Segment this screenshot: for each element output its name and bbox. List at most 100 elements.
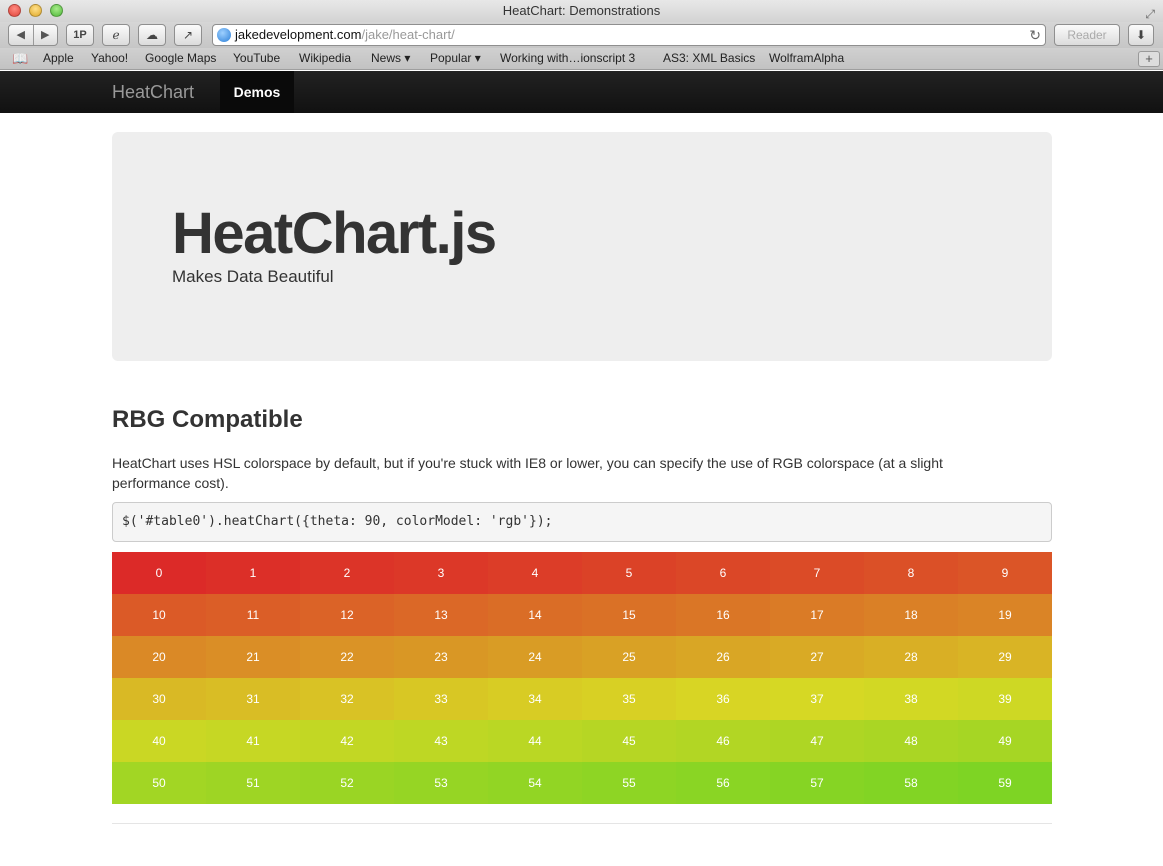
share-icon[interactable]: ↗ xyxy=(174,24,202,46)
heat-cell: 43 xyxy=(394,720,488,762)
heat-cell: 16 xyxy=(676,594,770,636)
browser-toolbar: ◀ ▶ 1P ℯ ☁ ↗ jakedevelopment.com/jake/he… xyxy=(0,22,1163,48)
bookmark-item[interactable]: Yahoo! xyxy=(91,48,128,69)
window-controls xyxy=(8,4,63,17)
heat-cell: 51 xyxy=(206,762,300,804)
heat-cell: 32 xyxy=(300,678,394,720)
heat-cell: 35 xyxy=(582,678,676,720)
heat-cell: 50 xyxy=(112,762,206,804)
heat-cell: 30 xyxy=(112,678,206,720)
heat-cell: 15 xyxy=(582,594,676,636)
heat-cell: 39 xyxy=(958,678,1052,720)
back-forward-buttons: ◀ ▶ xyxy=(8,24,58,46)
window-title: HeatChart: Demonstrations xyxy=(502,3,661,18)
heat-cell: 27 xyxy=(770,636,864,678)
back-arrow-icon[interactable]: ◀ xyxy=(9,25,34,45)
bookmark-item[interactable]: Apple xyxy=(43,48,74,69)
heat-cell: 41 xyxy=(206,720,300,762)
hero-unit: HeatChart.js Makes Data Beautiful xyxy=(112,132,1052,361)
heat-cell: 21 xyxy=(206,636,300,678)
section-description: HeatChart uses HSL colorspace by default… xyxy=(112,455,943,491)
heat-cell: 19 xyxy=(958,594,1052,636)
heat-cell: 49 xyxy=(958,720,1052,762)
add-bookmark-icon[interactable]: + xyxy=(1138,51,1160,67)
ie-tab-icon[interactable]: ℯ xyxy=(102,24,130,46)
heat-cell: 10 xyxy=(112,594,206,636)
bookmark-item[interactable]: WolframAlpha xyxy=(769,48,844,69)
heat-cell: 5 xyxy=(582,552,676,594)
heat-cell: 4 xyxy=(488,552,582,594)
heat-cell: 18 xyxy=(864,594,958,636)
hero-subtitle: Makes Data Beautiful xyxy=(172,267,334,286)
heat-cell: 33 xyxy=(394,678,488,720)
site-navbar: HeatChart Demos xyxy=(0,71,1163,113)
heat-table: 0 1 2 3 4 5 6 7 8 9 10 11 12 13 14 15 16 17 18 19 20 21 22 23 24… xyxy=(112,552,1052,804)
heat-cell: 13 xyxy=(394,594,488,636)
heat-cell: 9 xyxy=(958,552,1052,594)
close-window-button[interactable] xyxy=(8,4,21,17)
section-title: RBG Compatible xyxy=(112,406,303,433)
heat-cell: 40 xyxy=(112,720,206,762)
heat-cell: 42 xyxy=(300,720,394,762)
heat-cell: 29 xyxy=(958,636,1052,678)
divider xyxy=(112,823,1052,824)
bookmark-item[interactable]: Popular ▾ xyxy=(430,48,481,69)
heat-cell: 6 xyxy=(676,552,770,594)
heat-cell: 20 xyxy=(112,636,206,678)
heat-cell: 26 xyxy=(676,636,770,678)
bookmark-item[interactable]: Wikipedia xyxy=(299,48,351,69)
heat-cell: 59 xyxy=(958,762,1052,804)
downloads-icon[interactable]: ⬇ xyxy=(1128,24,1154,46)
heat-cell: 46 xyxy=(676,720,770,762)
heat-cell: 17 xyxy=(770,594,864,636)
heat-cell: 31 xyxy=(206,678,300,720)
address-bar[interactable]: jakedevelopment.com/jake/heat-chart/ ↻ xyxy=(212,24,1046,46)
heat-cell: 36 xyxy=(676,678,770,720)
heat-cell: 47 xyxy=(770,720,864,762)
heat-cell: 56 xyxy=(676,762,770,804)
hero-title: HeatChart.js xyxy=(172,201,497,266)
globe-icon xyxy=(217,28,231,42)
heat-cell: 2 xyxy=(300,552,394,594)
heat-cell: 53 xyxy=(394,762,488,804)
bookmark-item[interactable]: News ▾ xyxy=(371,48,410,69)
window-titlebar: HeatChart: Demonstrations ⤢ xyxy=(0,0,1163,22)
heat-cell: 1 xyxy=(206,552,300,594)
heat-cell: 23 xyxy=(394,636,488,678)
heat-cell: 44 xyxy=(488,720,582,762)
heat-cell: 58 xyxy=(864,762,958,804)
bookmark-item[interactable]: YouTube xyxy=(233,48,280,69)
heat-cell: 54 xyxy=(488,762,582,804)
brand-link[interactable]: HeatChart xyxy=(112,71,194,113)
heat-cell: 25 xyxy=(582,636,676,678)
heat-cell: 8 xyxy=(864,552,958,594)
minimize-window-button[interactable] xyxy=(29,4,42,17)
heat-cell: 7 xyxy=(770,552,864,594)
cloud-icon[interactable]: ☁ xyxy=(138,24,166,46)
onepassword-button[interactable]: 1P xyxy=(66,24,94,46)
bookmark-item[interactable]: AS3: XML Basics xyxy=(663,48,755,69)
heat-cell: 22 xyxy=(300,636,394,678)
heat-cell: 55 xyxy=(582,762,676,804)
bookmarks-bar: 📖 Apple Yahoo! Google Maps YouTube Wikip… xyxy=(0,48,1163,70)
url-host: jakedevelopment.com xyxy=(235,27,362,42)
heat-cell: 3 xyxy=(394,552,488,594)
zoom-window-button[interactable] xyxy=(50,4,63,17)
reload-icon[interactable]: ↻ xyxy=(1029,25,1041,45)
heat-cell: 11 xyxy=(206,594,300,636)
heat-cell: 57 xyxy=(770,762,864,804)
heat-cell: 0 xyxy=(112,552,206,594)
heat-cell: 38 xyxy=(864,678,958,720)
heat-cell: 24 xyxy=(488,636,582,678)
reader-button[interactable]: Reader xyxy=(1054,24,1120,46)
bookmark-item[interactable]: Google Maps xyxy=(145,48,216,69)
heat-cell: 45 xyxy=(582,720,676,762)
heat-cell: 37 xyxy=(770,678,864,720)
heat-cell: 12 xyxy=(300,594,394,636)
reading-list-icon[interactable]: 📖 xyxy=(12,48,28,69)
heat-cell: 52 xyxy=(300,762,394,804)
forward-arrow-icon[interactable]: ▶ xyxy=(34,25,58,45)
heat-cell: 34 xyxy=(488,678,582,720)
bookmark-item[interactable]: Working with…ionscript 3 xyxy=(500,48,635,69)
nav-item-demos[interactable]: Demos xyxy=(220,71,294,113)
